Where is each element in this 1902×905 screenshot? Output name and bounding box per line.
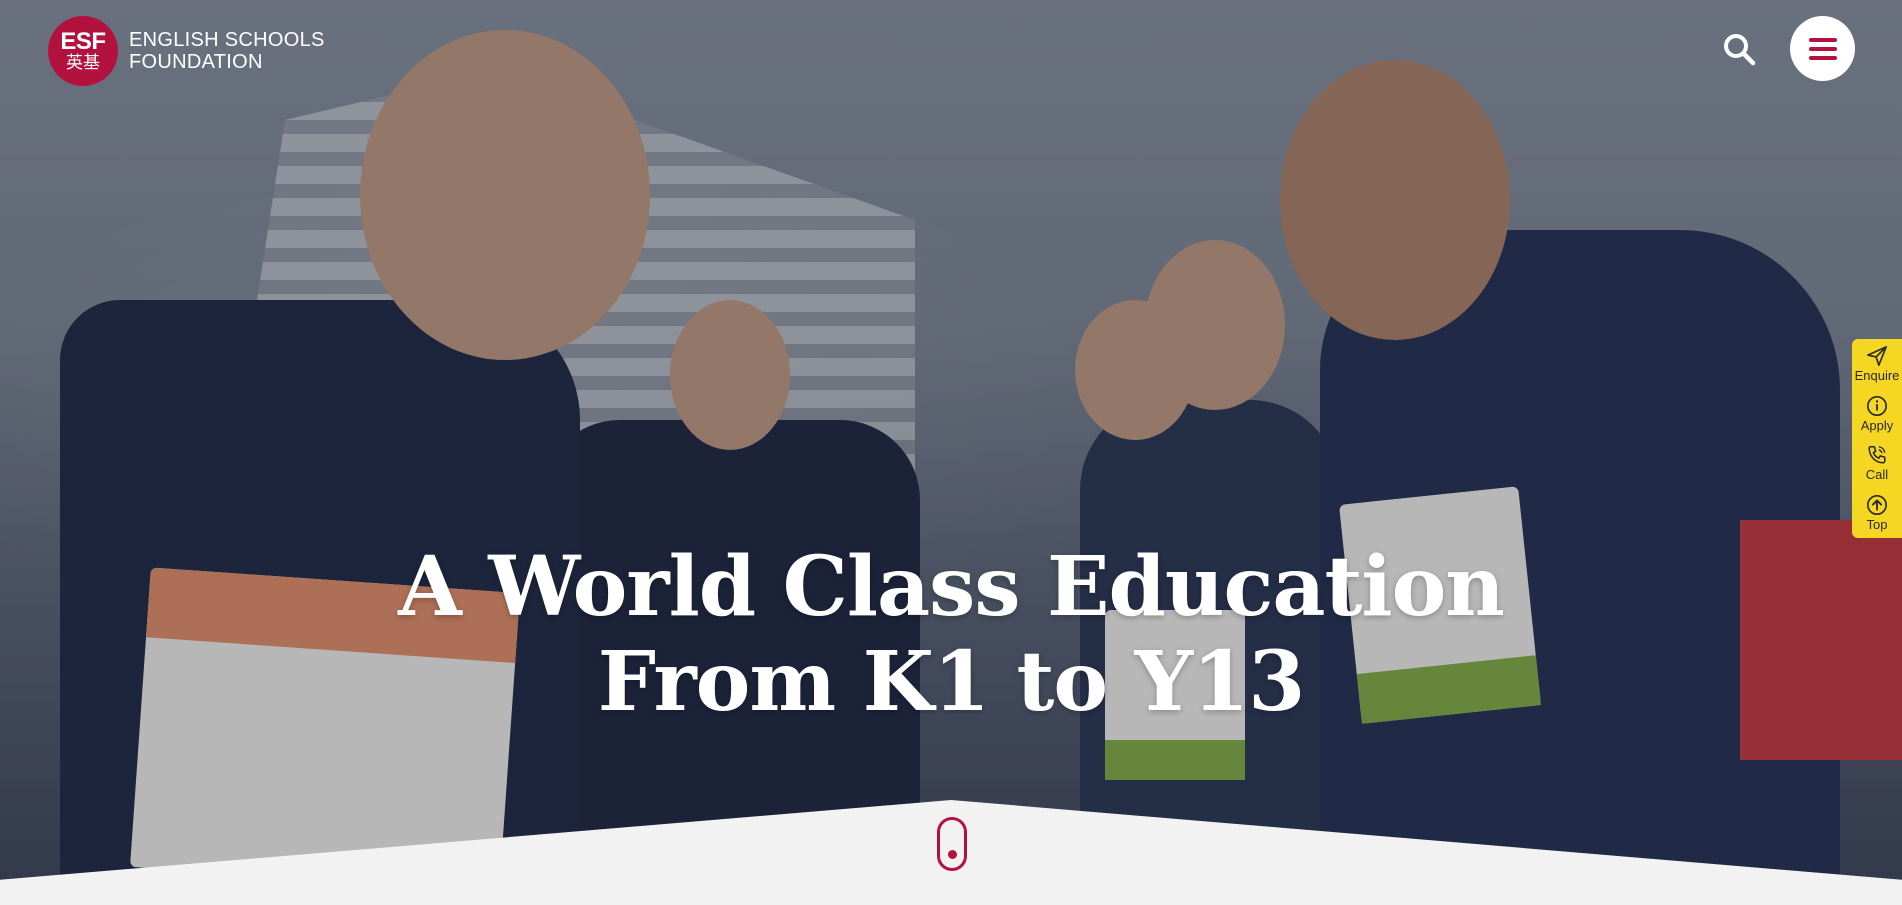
scroll-indicator-dot [948, 850, 957, 859]
apply-label: Apply [1860, 417, 1894, 433]
enquire-label: Enquire [1854, 367, 1900, 383]
call-button[interactable]: Call [1852, 438, 1902, 488]
hero-title-line-2: From K1 to Y13 [597, 634, 1306, 730]
top-label: Top [1866, 516, 1888, 532]
logo-line-1: ENGLISH SCHOOLS [129, 29, 325, 51]
send-icon [1867, 345, 1887, 366]
search-button[interactable] [1722, 32, 1756, 66]
hero-title-line-1: A World Class Education [398, 539, 1505, 635]
site-logo[interactable]: ESF 英基 ENGLISH SCHOOLS FOUNDATION [48, 16, 325, 86]
logo-mark: ESF [60, 28, 106, 55]
search-icon [1724, 34, 1756, 66]
enquire-button[interactable]: Enquire [1852, 339, 1902, 389]
call-label: Call [1865, 467, 1889, 483]
menu-button[interactable] [1790, 16, 1855, 81]
logo-line-2: FOUNDATION [129, 51, 263, 73]
apply-button[interactable]: Apply [1852, 389, 1902, 439]
hamburger-menu-icon [1808, 37, 1837, 60]
quick-actions-tab: Enquire Apply Call Top [1852, 339, 1902, 538]
logo-chinese: 英基 [66, 53, 100, 73]
hero-overlay [0, 0, 1902, 905]
phone-icon [1868, 446, 1886, 464]
logo-wordmark: ENGLISH SCHOOLS FOUNDATION [129, 29, 325, 73]
back-to-top-button[interactable]: Top [1852, 488, 1902, 538]
scroll-down-indicator[interactable] [937, 817, 967, 871]
hero-background-image [0, 0, 1902, 905]
logo-badge: ESF 英基 [48, 16, 118, 86]
arrow-up-icon [1867, 494, 1887, 515]
info-icon [1867, 395, 1887, 416]
hero-title: A World Class Education From K1 to Y13 [0, 540, 1902, 730]
